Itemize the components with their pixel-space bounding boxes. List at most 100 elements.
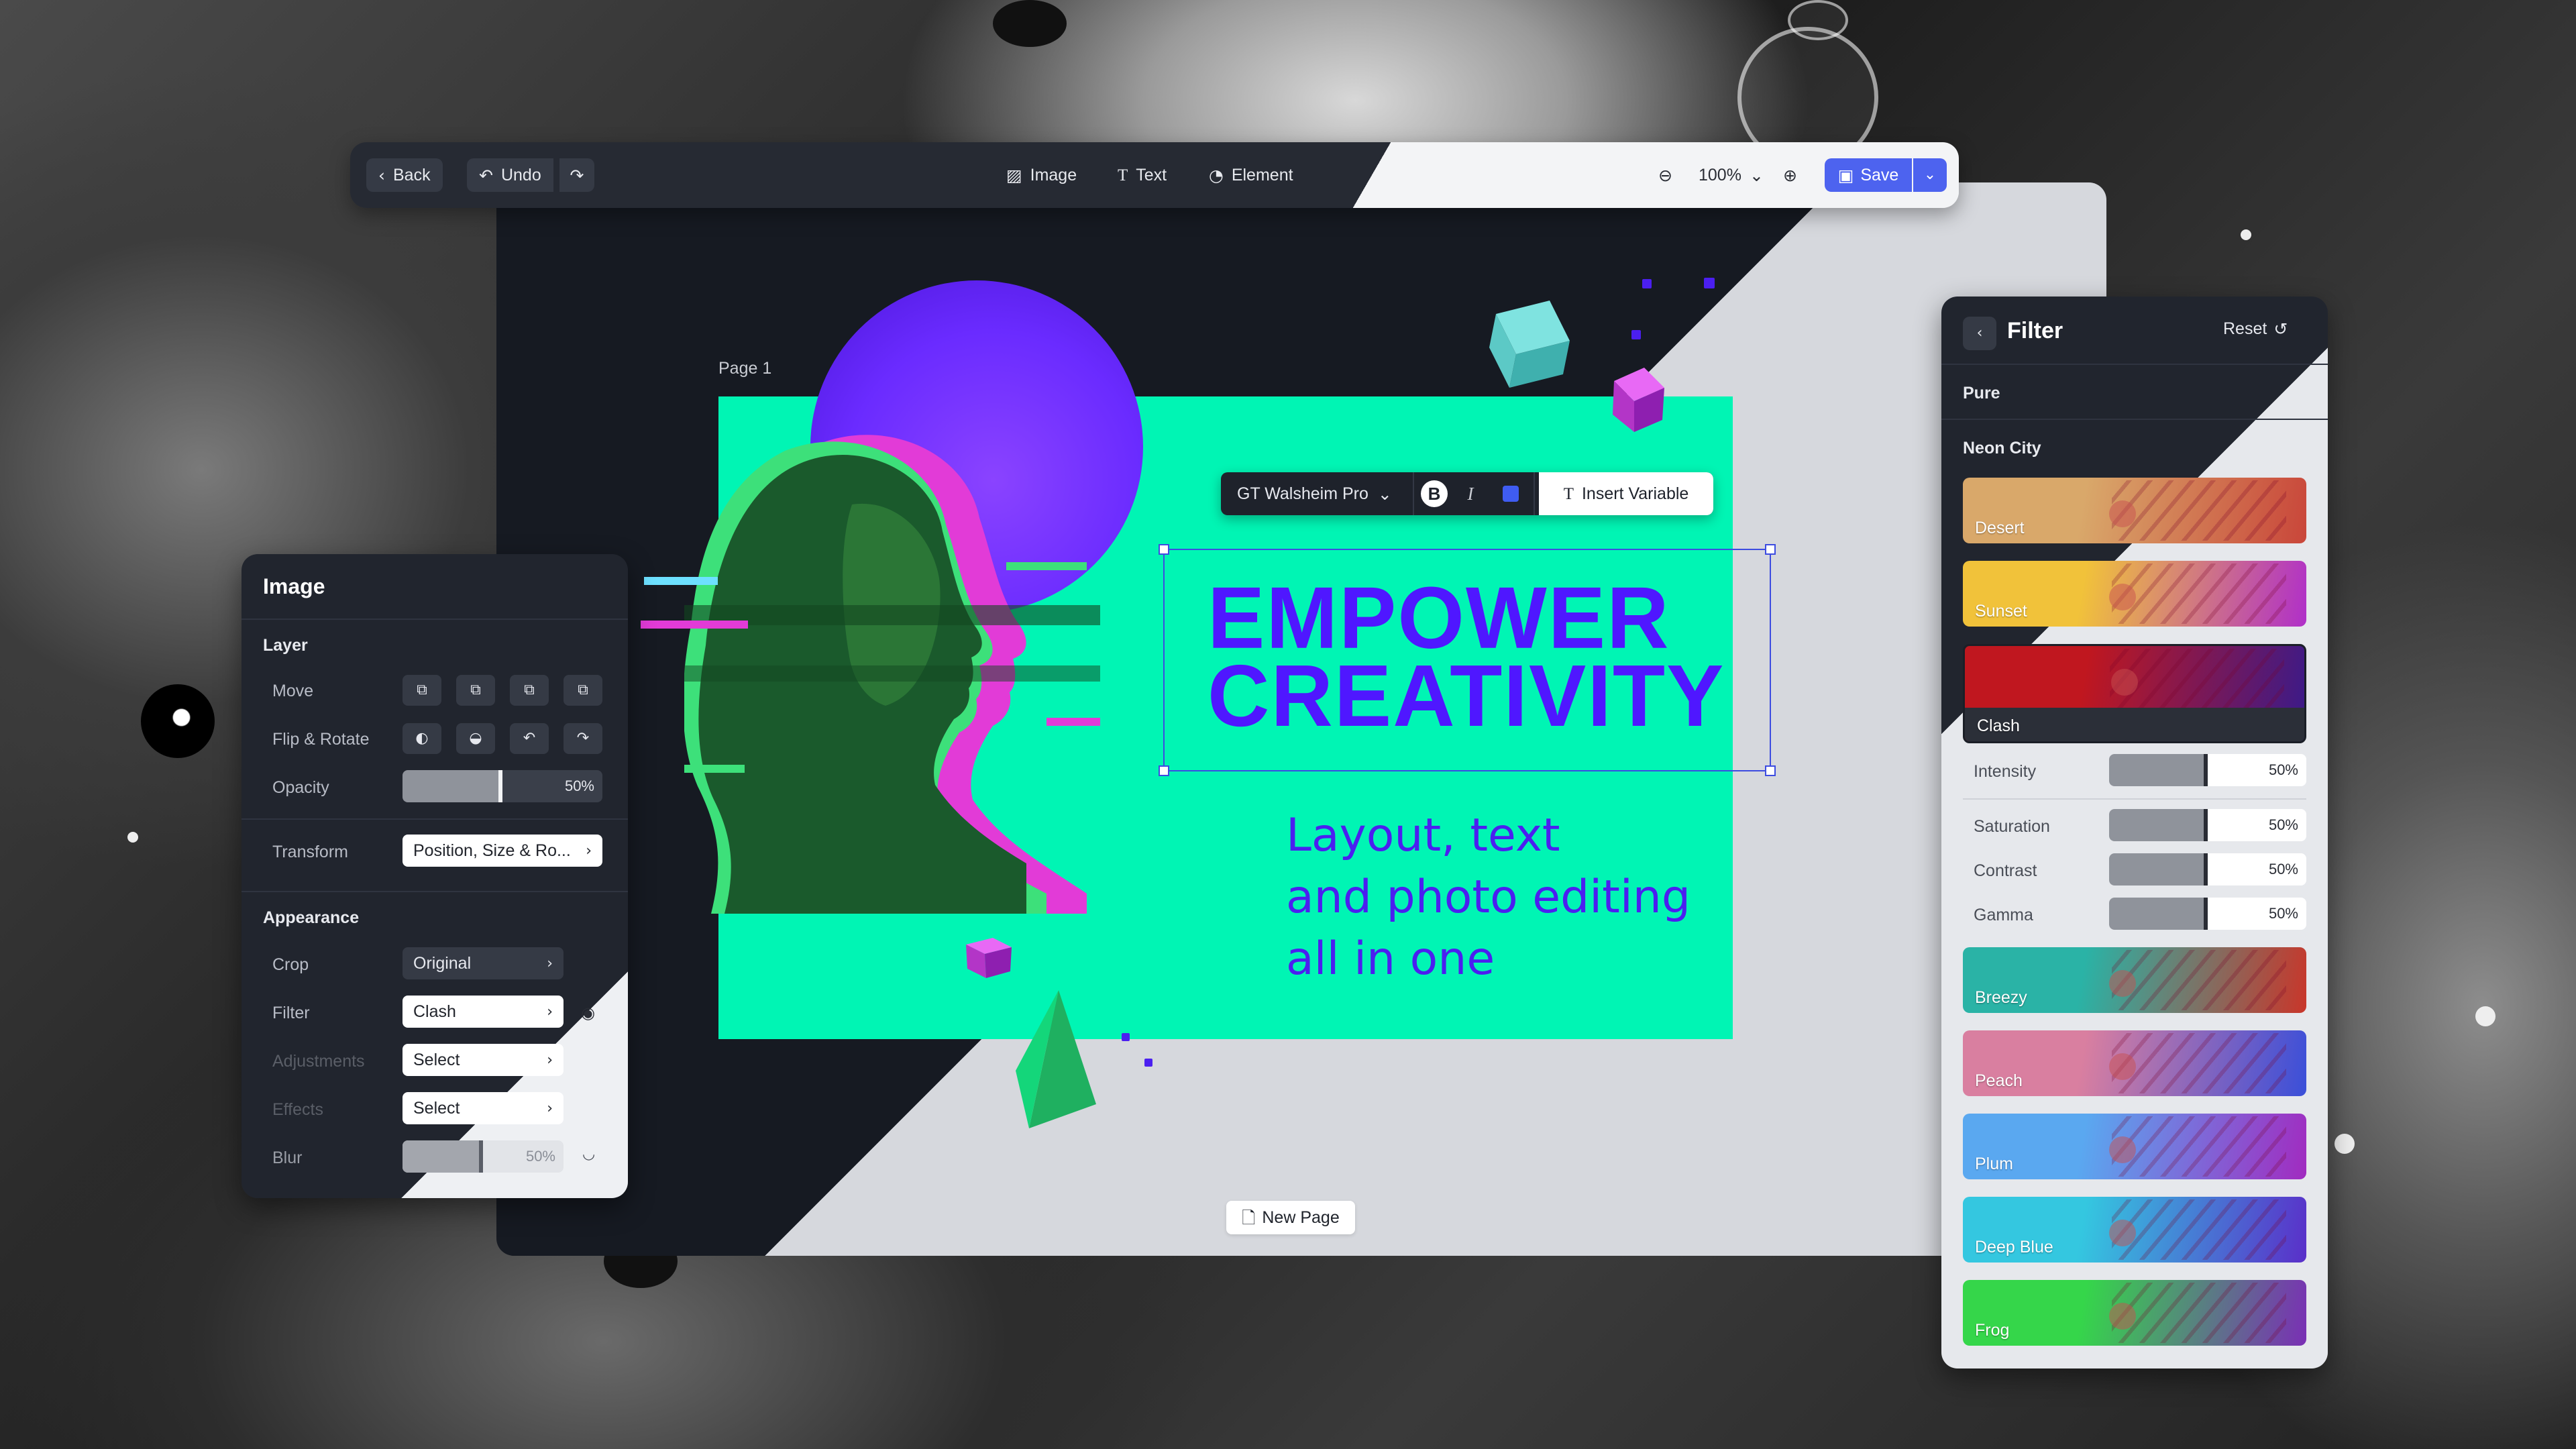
blur-label: Blur xyxy=(272,1148,303,1167)
layer-up-icon: ⧉ xyxy=(417,682,427,698)
green-pyramid-graphic[interactable] xyxy=(1016,990,1100,1128)
resize-handle[interactable] xyxy=(1159,765,1169,776)
zoom-in-icon: ⊕ xyxy=(1783,165,1797,185)
rotate-right-icon: ↷ xyxy=(576,730,590,747)
opacity-slider[interactable]: 50% xyxy=(402,770,602,802)
selection-box[interactable] xyxy=(1159,544,1776,776)
bring-forward-button[interactable]: ⧉ xyxy=(402,675,441,706)
chevron-right-icon: › xyxy=(547,1099,553,1117)
confetti-square xyxy=(1144,1059,1152,1067)
contrast-slider[interactable]: 50% xyxy=(2109,853,2306,885)
flip-vertical-button[interactable]: ◒ xyxy=(456,723,495,754)
chevron-right-icon: › xyxy=(547,1003,553,1020)
intensity-slider[interactable]: 50% xyxy=(2109,754,2306,786)
filter-select[interactable]: Clash › xyxy=(402,996,564,1028)
undo-button[interactable]: ↶ Undo xyxy=(467,158,553,192)
redo-button[interactable]: ↷ xyxy=(558,158,594,192)
subline-line: Layout, text xyxy=(1286,809,1560,862)
hidden-eye-icon[interactable]: ◡ xyxy=(582,1146,595,1163)
reset-button[interactable]: Reset ↺ xyxy=(2223,319,2288,339)
resize-handle[interactable] xyxy=(1159,544,1169,555)
chevron-left-icon: ‹ xyxy=(1976,325,1983,341)
font-family-select[interactable]: GT Walsheim Pro ⌄ xyxy=(1237,472,1392,515)
eye-icon[interactable]: ◉ xyxy=(581,1004,595,1022)
filter-tile-label: Peach xyxy=(1975,1071,2023,1090)
resize-handle[interactable] xyxy=(1765,544,1776,555)
add-element-button[interactable]: ◔ Element xyxy=(1209,158,1293,192)
layer-heading: Layer xyxy=(263,636,308,655)
subline-text[interactable]: Layout, text and photo editing all in on… xyxy=(1286,805,1690,990)
save-button[interactable]: ▣ Save xyxy=(1825,158,1912,192)
adjustments-label: Adjustments xyxy=(272,1052,365,1071)
transform-value: Position, Size & Ro... xyxy=(413,841,571,860)
panel-divider xyxy=(241,891,628,892)
new-page-button[interactable]: 🗋 New Page xyxy=(1226,1201,1355,1234)
opacity-value: 50% xyxy=(564,777,594,794)
chevron-left-icon: ‹ xyxy=(378,165,385,185)
filter-label: Filter xyxy=(272,1004,310,1022)
zoom-value: 100% xyxy=(1699,165,1741,184)
insert-variable-button[interactable]: T Insert Variable xyxy=(1539,472,1713,515)
saturation-slider[interactable]: 50% xyxy=(2109,809,2306,841)
magenta-cube-graphic[interactable] xyxy=(1607,368,1668,432)
filter-preview-pattern xyxy=(2112,564,2286,624)
bring-to-front-button[interactable]: ⧉ xyxy=(456,675,495,706)
save-icon: ▣ xyxy=(1837,165,1854,185)
adjustments-select[interactable]: Select › xyxy=(402,1044,564,1076)
filter-tile-sunset[interactable]: Sunset xyxy=(1963,561,2306,627)
filter-preview-pattern xyxy=(2112,1199,2286,1260)
back-button[interactable]: ‹ Back xyxy=(366,158,443,192)
glitch-portrait-image[interactable] xyxy=(684,424,1100,914)
save-options-button[interactable]: ⌄ xyxy=(1913,158,1947,192)
filter-option-pure[interactable]: Pure xyxy=(1963,384,2000,403)
panel-divider xyxy=(1963,798,2306,800)
contrast-slider-fill xyxy=(2109,853,2208,885)
panel-divider xyxy=(241,619,628,620)
resize-handle[interactable] xyxy=(1765,765,1776,776)
filter-tile-peach[interactable]: Peach xyxy=(1963,1030,2306,1096)
blur-slider[interactable]: 50% xyxy=(402,1140,564,1173)
bold-button[interactable]: B xyxy=(1421,480,1448,507)
rotate-left-button[interactable]: ↶ xyxy=(510,723,549,754)
crop-select[interactable]: Original › xyxy=(402,947,564,979)
add-image-button[interactable]: ▨ Image xyxy=(1006,158,1077,192)
zoom-out-button[interactable]: ⊖ xyxy=(1658,158,1672,192)
filter-tile-clash[interactable]: Clash xyxy=(1963,644,2306,743)
teal-cube-graphic[interactable] xyxy=(1483,301,1576,394)
filter-tile-deep-blue[interactable]: Deep Blue xyxy=(1963,1197,2306,1263)
text-color-swatch[interactable] xyxy=(1503,486,1519,502)
filter-preview-ball xyxy=(2109,1303,2136,1330)
italic-button[interactable]: I xyxy=(1457,480,1484,507)
filter-back-button[interactable]: ‹ xyxy=(1963,317,1996,350)
send-to-back-button[interactable]: ⧉ xyxy=(564,675,602,706)
filter-tile-label: Plum xyxy=(1975,1155,2013,1173)
panel-title: Image xyxy=(263,574,325,598)
gamma-slider[interactable]: 50% xyxy=(2109,898,2306,930)
contrast-label: Contrast xyxy=(1974,861,2037,880)
flip-horizontal-button[interactable]: ◐ xyxy=(402,723,441,754)
add-text-button[interactable]: T Text xyxy=(1118,158,1167,192)
save-label: Save xyxy=(1860,165,1899,184)
gamma-value: 50% xyxy=(2268,905,2298,922)
confetti-square xyxy=(1704,278,1715,288)
filter-preview-pattern xyxy=(2112,1033,2286,1093)
text-icon: T xyxy=(1563,484,1574,503)
filter-tile-label: Sunset xyxy=(1975,602,2027,621)
send-backward-button[interactable]: ⧉ xyxy=(510,675,549,706)
small-magenta-cube-graphic[interactable] xyxy=(962,938,1016,979)
panel-divider xyxy=(1941,419,2328,420)
zoom-select[interactable]: 100% ⌄ xyxy=(1699,158,1764,192)
filter-tile-frog[interactable]: Frog xyxy=(1963,1280,2306,1346)
zoom-in-button[interactable]: ⊕ xyxy=(1783,158,1797,192)
blur-value: 50% xyxy=(525,1148,555,1165)
rotate-right-button[interactable]: ↷ xyxy=(564,723,602,754)
filter-tile-plum[interactable]: Plum xyxy=(1963,1114,2306,1179)
layer-down-icon: ⧉ xyxy=(524,682,535,698)
transform-select[interactable]: Position, Size & Ro... › xyxy=(402,835,602,867)
filter-tile-breezy[interactable]: Breezy xyxy=(1963,947,2306,1013)
effects-select[interactable]: Select › xyxy=(402,1092,564,1124)
filter-preview-ball xyxy=(2109,500,2136,527)
filter-preview-ball xyxy=(2109,584,2136,610)
confetti-square xyxy=(1631,330,1641,339)
filter-tile-desert[interactable]: Desert xyxy=(1963,478,2306,543)
